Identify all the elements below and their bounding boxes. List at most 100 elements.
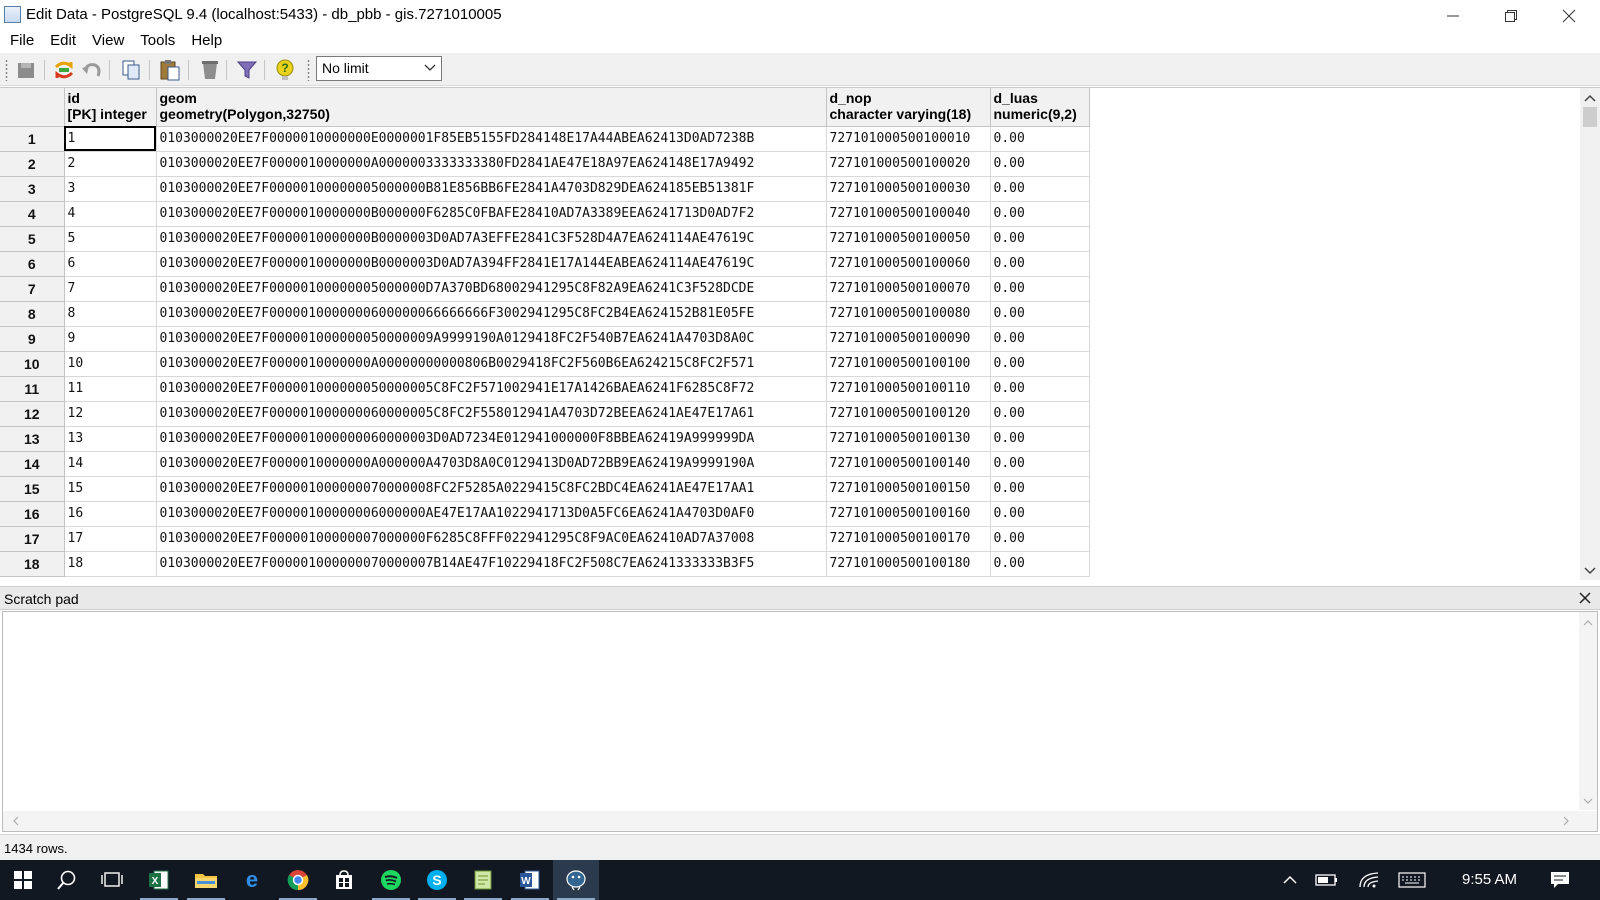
taskbar-excel[interactable]: X <box>136 860 182 900</box>
notifications-button[interactable] <box>1543 860 1577 900</box>
row-header[interactable]: 3 <box>0 176 65 202</box>
cell-geom[interactable]: 0103000020EE7F0000010000000B0000003D0AD7… <box>156 251 827 277</box>
table-row[interactable]: 6 6 0103000020EE7F0000010000000B0000003D0A… <box>0 251 1090 277</box>
row-header[interactable]: 6 <box>0 251 65 277</box>
cell-d-nop[interactable]: 727101000500100010 <box>826 126 991 152</box>
taskbar-edge[interactable]: e <box>229 860 275 900</box>
cell-d-nop[interactable]: 727101000500100110 <box>826 376 991 402</box>
cell-d-luas[interactable]: 0.00 <box>990 301 1090 327</box>
menu-tools[interactable]: Tools <box>132 31 183 53</box>
row-header[interactable]: 13 <box>0 426 65 452</box>
table-row[interactable]: 1 1 0103000020EE7F0000010000000E0000001F85… <box>0 126 1090 152</box>
menu-view[interactable]: View <box>84 31 132 53</box>
scratch-pad-horizontal-scrollbar[interactable] <box>3 811 1597 831</box>
table-row[interactable]: 5 5 0103000020EE7F0000010000000B0000003D0A… <box>0 226 1090 252</box>
minimize-button[interactable] <box>1424 0 1482 31</box>
cell-d-luas[interactable]: 0.00 <box>990 251 1090 277</box>
cell-d-luas[interactable]: 0.00 <box>990 201 1090 227</box>
cell-id[interactable]: 5 <box>64 226 157 252</box>
row-header[interactable]: 16 <box>0 501 65 527</box>
table-row[interactable]: 4 4 0103000020EE7F0000010000000B000000F628… <box>0 201 1090 227</box>
cell-geom[interactable]: 0103000020EE7F000001000000060000003D0AD7… <box>156 426 827 452</box>
cell-geom[interactable]: 0103000020EE7F000001000000060000005C8FC2… <box>156 401 827 427</box>
row-header[interactable]: 11 <box>0 376 65 402</box>
data-grid[interactable]: id [PK] integer geom geometry(Polygon,3275… <box>0 87 1600 580</box>
cell-id[interactable]: 18 <box>64 551 157 577</box>
cell-d-luas[interactable]: 0.00 <box>990 376 1090 402</box>
start-button[interactable] <box>0 860 46 900</box>
cell-geom[interactable]: 0103000020EE7F000001000000050000009A9999… <box>156 326 827 352</box>
cell-geom[interactable]: 0103000020EE7F000001000000050000005C8FC2… <box>156 376 827 402</box>
taskbar-file-explorer[interactable] <box>183 860 229 900</box>
cell-id[interactable]: 4 <box>64 201 157 227</box>
cell-id[interactable]: 16 <box>64 501 157 527</box>
cell-d-luas[interactable]: 0.00 <box>990 126 1090 152</box>
taskbar-store[interactable] <box>321 860 367 900</box>
cell-d-luas[interactable]: 0.00 <box>990 226 1090 252</box>
cell-id[interactable]: 6 <box>64 251 157 277</box>
keyboard-button[interactable] <box>1392 860 1432 900</box>
table-row[interactable]: 17 17 0103000020EE7F00000100000007000000F6… <box>0 526 1090 552</box>
cell-d-luas[interactable]: 0.00 <box>990 276 1090 302</box>
filter-button[interactable] <box>234 57 260 83</box>
cell-geom[interactable]: 0103000020EE7F00000100000006000000AE47E1… <box>156 501 827 527</box>
cell-geom[interactable]: 0103000020EE7F00000100000007000000F6285C… <box>156 526 827 552</box>
refresh-button[interactable] <box>51 57 77 83</box>
cell-d-luas[interactable]: 0.00 <box>990 526 1090 552</box>
table-row[interactable]: 12 12 0103000020EE7F000001000000060000005C… <box>0 401 1090 427</box>
cell-d-nop[interactable]: 727101000500100050 <box>826 226 991 252</box>
cell-d-nop[interactable]: 727101000500100130 <box>826 426 991 452</box>
cell-d-nop[interactable]: 727101000500100060 <box>826 251 991 277</box>
toolbar-grip-2[interactable] <box>307 59 310 81</box>
table-row[interactable]: 14 14 0103000020EE7F0000010000000A000000A4… <box>0 451 1090 477</box>
clock[interactable]: 9:55 AM <box>1462 871 1517 888</box>
save-button[interactable] <box>13 57 39 83</box>
task-view-button[interactable] <box>89 860 135 900</box>
cell-d-luas[interactable]: 0.00 <box>990 401 1090 427</box>
table-row[interactable]: 15 15 0103000020EE7F000001000000070000008F… <box>0 476 1090 502</box>
cell-d-luas[interactable]: 0.00 <box>990 326 1090 352</box>
copy-button[interactable] <box>118 57 144 83</box>
cell-id[interactable]: 2 <box>64 151 157 177</box>
paste-button[interactable] <box>157 57 183 83</box>
column-header-d-luas[interactable]: d_luas numeric(9,2) <box>990 88 1090 127</box>
cell-d-luas[interactable]: 0.00 <box>990 501 1090 527</box>
cell-geom[interactable]: 0103000020EE7F00000100000005000000B81E85… <box>156 176 827 202</box>
row-header[interactable]: 4 <box>0 201 65 227</box>
cell-d-nop[interactable]: 727101000500100040 <box>826 201 991 227</box>
table-row[interactable]: 10 10 0103000020EE7F0000010000000A00000000… <box>0 351 1090 377</box>
grid-vertical-scrollbar[interactable] <box>1580 88 1600 580</box>
table-row[interactable]: 18 18 0103000020EE7F000001000000070000007B… <box>0 551 1090 577</box>
cell-id[interactable]: 15 <box>64 476 157 502</box>
cell-id[interactable]: 17 <box>64 526 157 552</box>
undo-button[interactable] <box>79 57 105 83</box>
cell-d-nop[interactable]: 727101000500100020 <box>826 151 991 177</box>
table-row[interactable]: 13 13 0103000020EE7F000001000000060000003D… <box>0 426 1090 452</box>
row-header[interactable]: 5 <box>0 226 65 252</box>
table-row[interactable]: 3 3 0103000020EE7F00000100000005000000B81E… <box>0 176 1090 202</box>
cell-d-nop[interactable]: 727101000500100080 <box>826 301 991 327</box>
table-row[interactable]: 2 2 0103000020EE7F0000010000000A0000003333… <box>0 151 1090 177</box>
menu-edit[interactable]: Edit <box>42 31 84 53</box>
cell-geom[interactable]: 0103000020EE7F0000010000000A000000333333… <box>156 151 827 177</box>
cell-id[interactable]: 1 <box>64 126 157 152</box>
menu-help[interactable]: Help <box>183 31 230 53</box>
taskbar-chrome[interactable] <box>275 860 321 900</box>
cell-geom[interactable]: 0103000020EE7F00000100000006000000666666… <box>156 301 827 327</box>
cell-id[interactable]: 14 <box>64 451 157 477</box>
cell-geom[interactable]: 0103000020EE7F0000010000000E0000001F85EB… <box>156 126 827 152</box>
close-icon[interactable] <box>1578 591 1592 605</box>
table-row[interactable]: 16 16 0103000020EE7F00000100000006000000AE… <box>0 501 1090 527</box>
cell-d-nop[interactable]: 727101000500100170 <box>826 526 991 552</box>
scroll-thumb[interactable] <box>1583 107 1597 127</box>
row-header[interactable]: 18 <box>0 551 65 577</box>
toolbar-grip[interactable] <box>5 59 8 81</box>
show-hidden-icons-button[interactable] <box>1275 860 1305 900</box>
scratch-pad-textarea[interactable] <box>2 611 1598 832</box>
row-header[interactable]: 7 <box>0 276 65 302</box>
cell-d-nop[interactable]: 727101000500100100 <box>826 351 991 377</box>
column-header-id[interactable]: id [PK] integer <box>64 88 157 127</box>
row-header[interactable]: 12 <box>0 401 65 427</box>
row-header[interactable]: 15 <box>0 476 65 502</box>
scratch-pad-vertical-scrollbar[interactable] <box>1579 612 1597 810</box>
